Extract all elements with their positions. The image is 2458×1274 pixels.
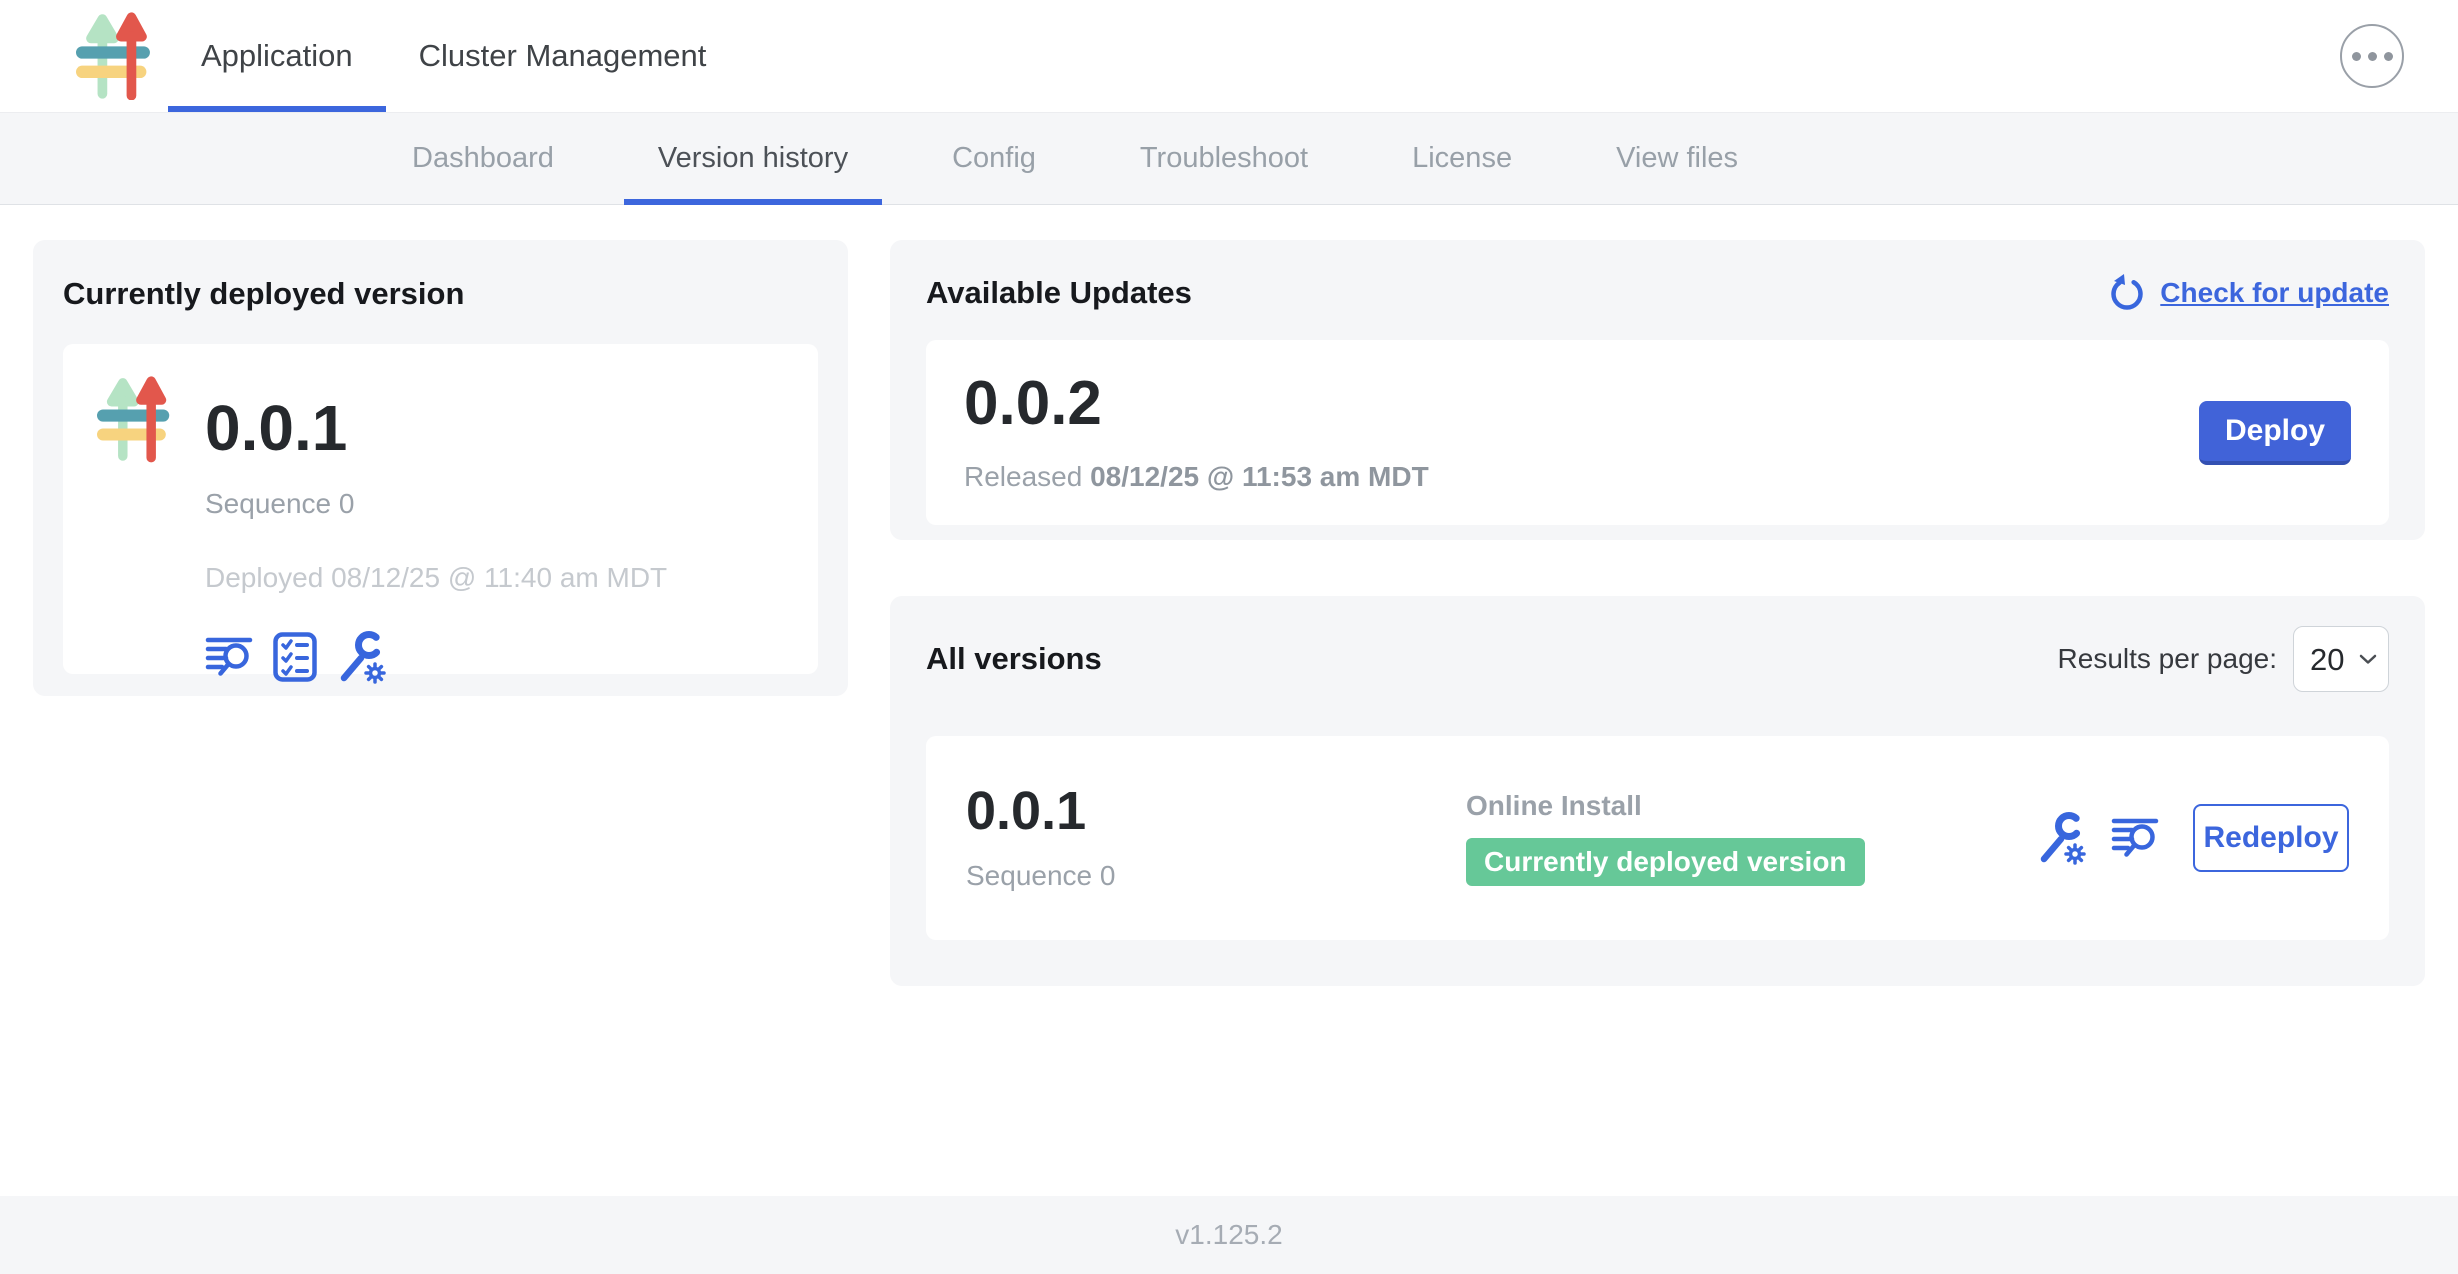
update-version-number: 0.0.2 [964, 373, 1429, 435]
subnav-version-history[interactable]: Version history [606, 113, 900, 204]
app-logo-icon [97, 372, 183, 466]
deploy-button[interactable]: Deploy [2199, 401, 2351, 465]
deploy-logs-icon[interactable] [205, 635, 255, 679]
status-badge: Currently deployed version [1466, 838, 1865, 886]
deployed-card-title: Currently deployed version [63, 276, 818, 312]
ellipsis-icon [2352, 52, 2361, 61]
edit-config-icon[interactable] [335, 630, 387, 684]
footer: v1.125.2 [0, 1196, 2458, 1274]
refresh-icon [2106, 272, 2148, 314]
install-type-label: Online Install [1466, 790, 2035, 822]
available-updates-title: Available Updates [926, 275, 1192, 311]
results-per-page-select[interactable]: 20 [2293, 626, 2389, 692]
preflight-checks-icon[interactable] [273, 632, 317, 682]
top-bar: Application Cluster Management [0, 0, 2458, 112]
deployed-sequence: Sequence 0 [205, 488, 667, 520]
subnav-view-files[interactable]: View files [1564, 113, 1790, 204]
check-for-update-link[interactable]: Check for update [2106, 272, 2389, 314]
redeploy-button[interactable]: Redeploy [2193, 804, 2349, 872]
deployed-timestamp: Deployed 08/12/25 @ 11:40 am MDT [205, 562, 667, 594]
app-subnav: Dashboard Version history Config Trouble… [0, 112, 2458, 205]
app-logo-icon [74, 12, 166, 100]
tab-cluster-management[interactable]: Cluster Management [386, 0, 740, 112]
all-versions-title: All versions [926, 641, 1102, 677]
deployed-version-number: 0.0.1 [205, 396, 667, 460]
deploy-logs-icon[interactable] [2111, 816, 2161, 860]
subnav-license[interactable]: License [1360, 113, 1564, 204]
subnav-config[interactable]: Config [900, 113, 1088, 204]
available-updates-card: Available Updates Check for update 0.0.2… [890, 240, 2425, 540]
subnav-dashboard[interactable]: Dashboard [360, 113, 606, 204]
row-sequence: Sequence 0 [966, 860, 1466, 892]
row-version-number: 0.0.1 [966, 784, 1466, 838]
console-version: v1.125.2 [1175, 1219, 1282, 1251]
tab-application[interactable]: Application [168, 0, 386, 112]
version-row: 0.0.1 Sequence 0 Online Install Currentl… [926, 736, 2389, 940]
available-update-row: 0.0.2 Released 08/12/25 @ 11:53 am MDT D… [926, 340, 2389, 525]
results-per-page-label: Results per page: [2058, 643, 2277, 675]
subnav-troubleshoot[interactable]: Troubleshoot [1088, 113, 1360, 204]
ellipsis-icon [2368, 52, 2377, 61]
main-content: Currently deployed version 0.0.1 Sequenc… [0, 205, 2458, 986]
update-released-timestamp: Released 08/12/25 @ 11:53 am MDT [964, 461, 1429, 493]
app-tabs: Application Cluster Management [168, 0, 739, 112]
more-menu-button[interactable] [2340, 24, 2404, 88]
currently-deployed-card: Currently deployed version 0.0.1 Sequenc… [33, 240, 848, 696]
deployed-version-panel: 0.0.1 Sequence 0 Deployed 08/12/25 @ 11:… [63, 344, 818, 674]
edit-config-icon[interactable] [2035, 811, 2087, 865]
ellipsis-icon [2384, 52, 2393, 61]
all-versions-card: All versions Results per page: 20 0 [890, 596, 2425, 986]
app-logo [74, 0, 166, 112]
